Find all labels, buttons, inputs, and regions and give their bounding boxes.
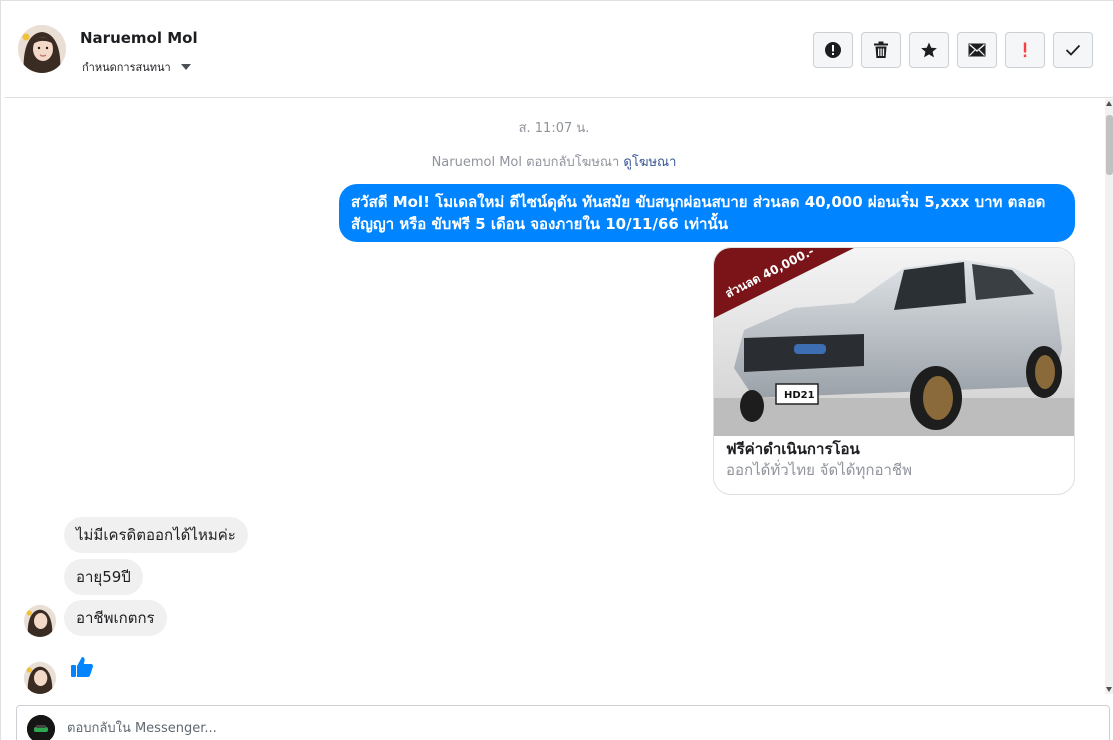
- scrollbar-thumb[interactable]: [1106, 115, 1113, 175]
- sender-avatar[interactable]: [24, 605, 56, 637]
- conversation-header: Naruemol Mol กำหนดการสนทนา: [5, 1, 1113, 98]
- contact-name[interactable]: Naruemol Mol: [80, 29, 198, 47]
- outgoing-message-bubble: สวัสดี Mol! โมเดลใหม่ ดีไซน์ดุดัน ทันสมั…: [339, 184, 1075, 242]
- ad-card-subtitle: ออกได้ทั่วไทย จัดได้ทุกอาชีพ: [726, 461, 912, 479]
- check-icon: [1065, 44, 1081, 56]
- exclamation-circle-icon: [825, 42, 841, 58]
- header-actions: [813, 32, 1093, 68]
- mark-done-button[interactable]: [1053, 32, 1093, 68]
- exclamation-icon: [1023, 42, 1027, 58]
- message-thread[interactable]: ส. 11:07 น. Naruemol Mol ตอบกลับโฆษณา ดู…: [5, 99, 1103, 694]
- thumbs-up-icon: [70, 655, 94, 683]
- trash-icon: [874, 41, 888, 58]
- ad-card[interactable]: ส่วนลด 40,000.- HD21 ฟรีค่าดำเนินการโอน …: [713, 247, 1075, 495]
- incoming-message-bubble: อายุ59ปี: [64, 559, 143, 595]
- mark-unread-button[interactable]: [957, 32, 997, 68]
- star-icon: [921, 42, 937, 58]
- license-plate-text: HD21: [784, 390, 815, 401]
- incoming-message-bubble: อาชีพเกตกร: [64, 600, 167, 636]
- envelope-icon: [968, 43, 986, 57]
- reply-input[interactable]: [67, 718, 967, 738]
- thread-scrollbar[interactable]: [1105, 99, 1113, 694]
- view-ad-link[interactable]: ดูโฆษณา: [623, 155, 676, 170]
- page-avatar: [27, 715, 55, 740]
- ad-reply-notice-text: Naruemol Mol ตอบกลับโฆษณา: [431, 155, 620, 170]
- scroll-up-arrow-icon[interactable]: [1106, 101, 1112, 106]
- follow-up-button[interactable]: [1005, 32, 1045, 68]
- delete-button[interactable]: [861, 32, 901, 68]
- incoming-message-bubble: ไม่มีเครดิตออกได้ไหมค่ะ: [64, 517, 248, 553]
- sender-avatar[interactable]: [24, 662, 56, 694]
- reply-composer: [16, 705, 1110, 740]
- ad-reply-notice: Naruemol Mol ตอบกลับโฆษณา ดูโฆษณา: [5, 151, 1103, 172]
- report-spam-button[interactable]: [813, 32, 853, 68]
- star-button[interactable]: [909, 32, 949, 68]
- messenger-inbox-pane: Naruemol Mol กำหนดการสนทนา ส. 11:07 น. N…: [0, 0, 1113, 740]
- conversation-label-text: กำหนดการสนทนา: [82, 61, 171, 74]
- caret-down-icon: [180, 64, 191, 70]
- ad-car-image: ส่วนลด 40,000.- HD21: [714, 248, 1074, 436]
- scroll-down-arrow-icon[interactable]: [1106, 687, 1112, 692]
- conversation-label-dropdown[interactable]: กำหนดการสนทนา: [82, 58, 191, 76]
- contact-avatar[interactable]: [18, 25, 66, 73]
- message-timestamp: ส. 11:07 น.: [518, 121, 590, 136]
